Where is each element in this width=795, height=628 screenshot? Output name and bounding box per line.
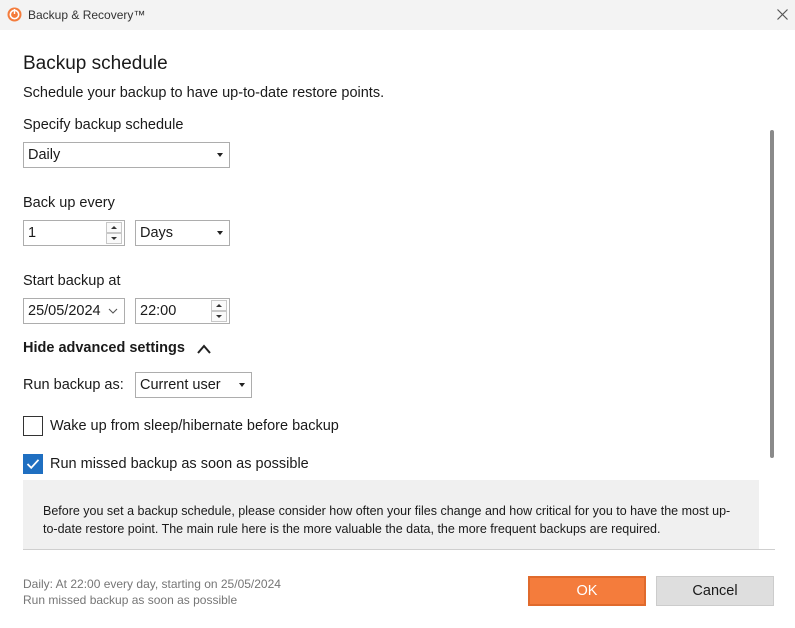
dropdown-caret-icon [217,231,223,235]
stepper-up-button[interactable] [106,222,122,233]
arrow-down-icon [111,237,117,240]
missed-backup-label[interactable]: Run missed backup as soon as possible [50,456,309,472]
missed-backup-checkbox[interactable] [23,454,43,474]
interval-unit-value: Days [140,225,174,241]
dropdown-caret-icon [239,383,245,387]
stepper-down-button[interactable] [211,311,227,322]
divider [23,549,775,550]
arrow-down-icon [216,315,222,318]
start-date-value: 25/05/2024 [28,303,101,319]
start-time-stepper[interactable]: 22:00 [135,298,230,324]
schedule-dropdown[interactable]: Daily [23,142,230,168]
schedule-label: Specify backup schedule [23,117,184,133]
chevron-up-icon[interactable] [195,342,213,356]
title-bar: Backup & Recovery™ [0,0,795,30]
start-date-picker[interactable]: 25/05/2024 [23,298,125,324]
checkmark-icon [26,459,40,470]
app-logo-icon [7,7,22,22]
cancel-button[interactable]: Cancel [656,576,774,606]
interval-unit-dropdown[interactable]: Days [135,220,230,246]
run-as-value: Current user [140,377,221,393]
ok-button[interactable]: OK [528,576,646,606]
dialog-content: Backup schedule Schedule your backup to … [0,30,770,550]
stepper-up-button[interactable] [211,300,227,311]
window-title: Backup & Recovery™ [28,8,146,22]
chevron-down-icon [108,308,118,314]
advanced-settings-toggle[interactable]: Hide advanced settings [23,340,185,356]
info-panel: Before you set a backup schedule, please… [23,480,759,550]
start-time-value: 22:00 [140,303,177,319]
missed-summary: Run missed backup as soon as possible [23,593,238,607]
scrollbar[interactable] [770,130,774,458]
info-text: Before you set a backup schedule, please… [43,504,731,536]
page-title: Backup schedule [23,53,168,74]
wake-checkbox[interactable] [23,416,43,436]
schedule-dropdown-value: Daily [28,147,61,163]
dropdown-caret-icon [217,153,223,157]
arrow-up-icon [216,304,222,307]
schedule-summary: Daily: At 22:00 every day, starting on 2… [23,577,281,591]
interval-label: Back up every [23,195,115,211]
run-as-label: Run backup as: [23,377,124,393]
run-as-dropdown[interactable]: Current user [135,372,252,398]
stepper-down-button[interactable] [106,233,122,244]
close-icon [777,9,788,20]
interval-value: 1 [28,225,37,241]
wake-label[interactable]: Wake up from sleep/hibernate before back… [50,418,339,434]
interval-stepper[interactable]: 1 [23,220,125,246]
arrow-up-icon [111,226,117,229]
close-button[interactable] [770,4,794,26]
page-subtitle: Schedule your backup to have up-to-date … [23,85,385,101]
start-label: Start backup at [23,273,121,289]
